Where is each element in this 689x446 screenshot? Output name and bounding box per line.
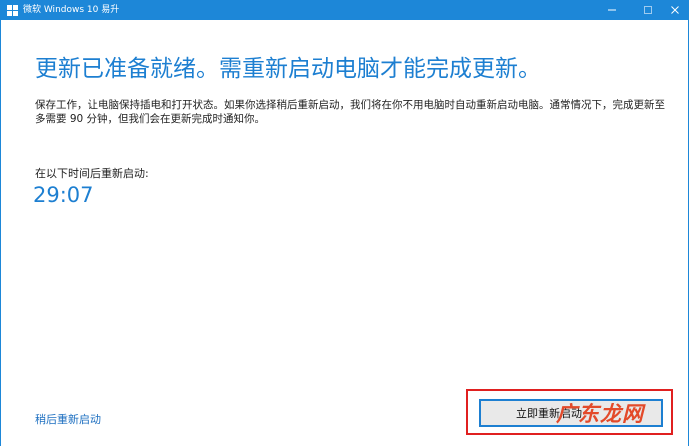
- page-title: 更新已准备就绪。需重新启动电脑才能完成更新。: [35, 56, 541, 82]
- restart-later-link[interactable]: 稍后重新启动: [35, 412, 101, 428]
- update-description: 保存工作，让电脑保持插电和打开状态。如果你选择稍后重新启动，我们将在你不用电脑时…: [35, 99, 665, 125]
- window-title: 微软 Windows 10 易升: [23, 5, 120, 15]
- countdown-label: 在以下时间后重新启动:: [35, 167, 149, 180]
- minimize-icon: [608, 9, 616, 11]
- close-button[interactable]: [660, 0, 688, 20]
- maximize-icon: [644, 6, 652, 14]
- updater-window: 微软 Windows 10 易升 更新已准备就绪。需重新启动电脑才能完成更新。 …: [0, 0, 689, 446]
- maximize-button[interactable]: [633, 0, 663, 20]
- close-icon: [671, 6, 679, 14]
- windows-logo-icon: [7, 5, 18, 16]
- minimize-button[interactable]: [597, 0, 627, 20]
- title-bar: 微软 Windows 10 易升: [1, 0, 688, 20]
- countdown-timer: 29:07: [33, 183, 94, 207]
- watermark-logo: 广东龙网: [556, 402, 644, 426]
